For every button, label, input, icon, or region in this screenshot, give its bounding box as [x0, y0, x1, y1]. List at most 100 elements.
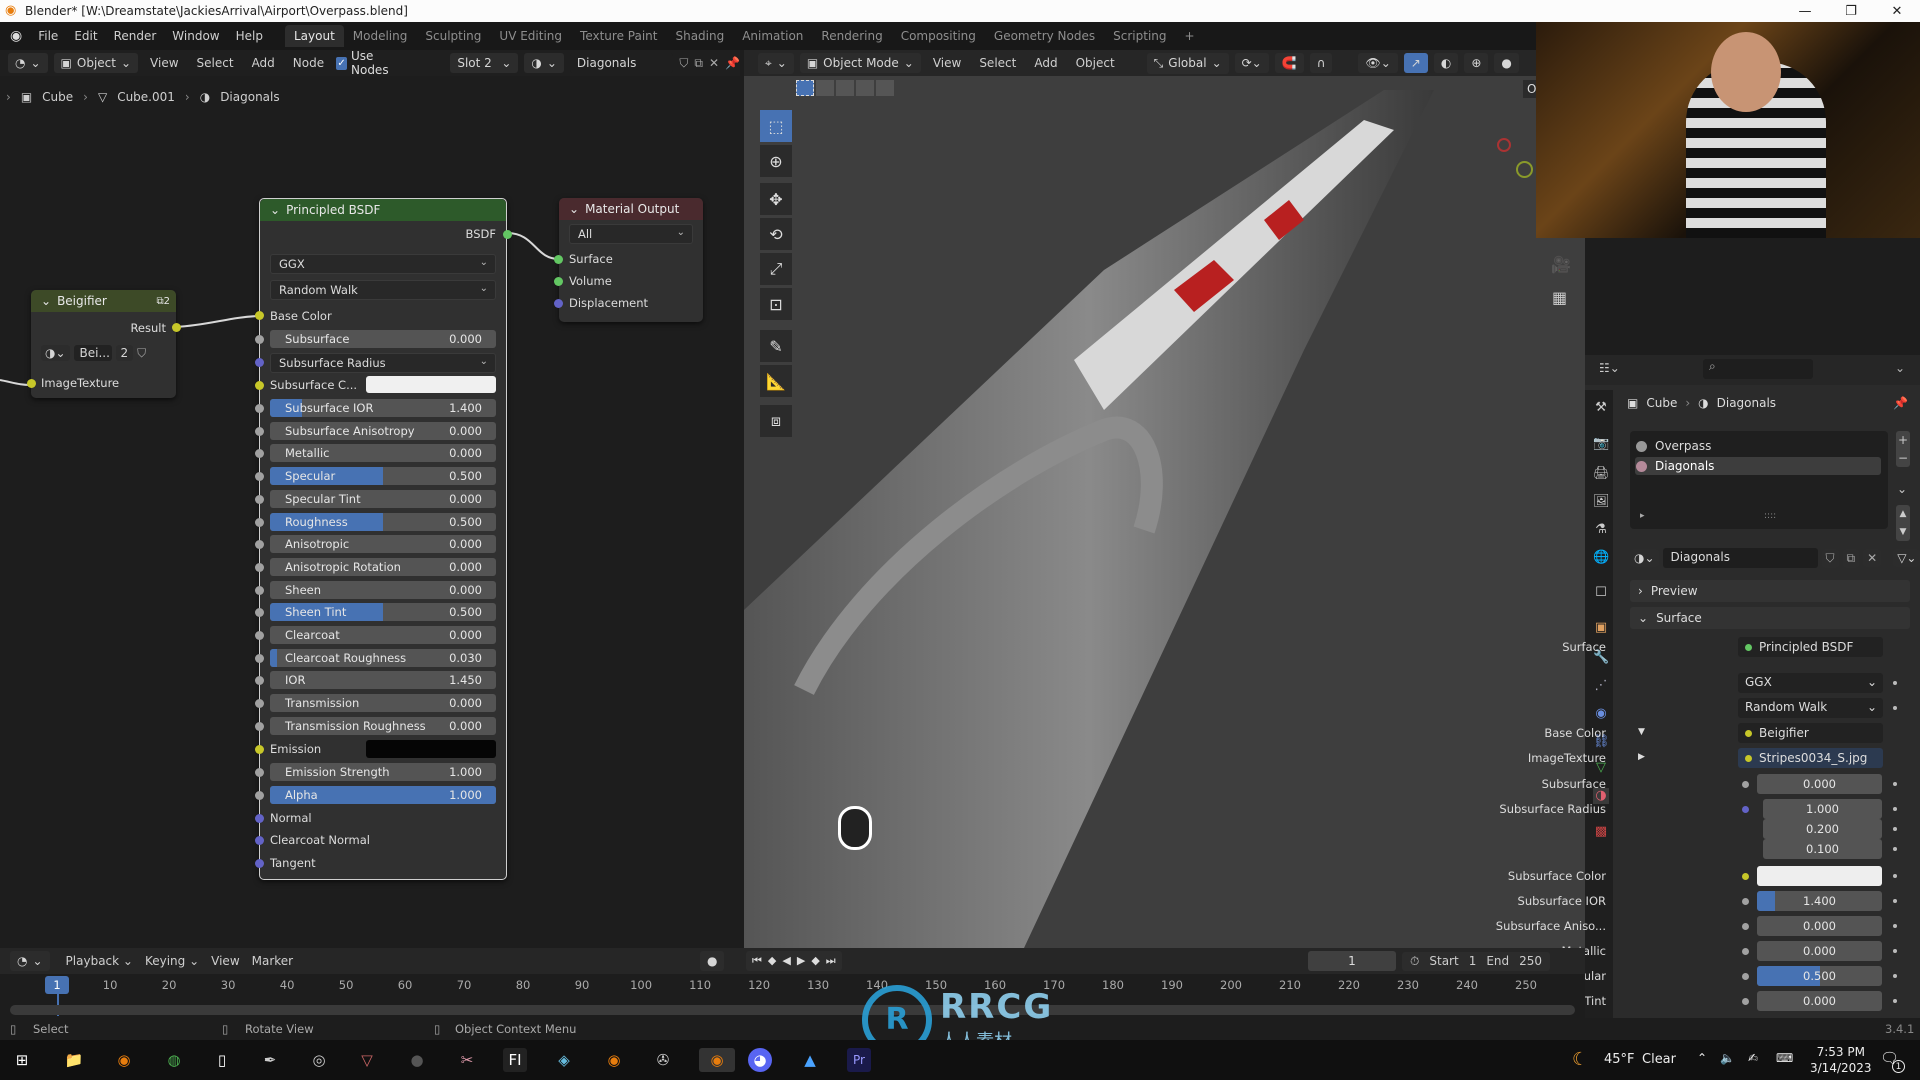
- distribution-dropdown[interactable]: GGX ⌄: [1738, 673, 1883, 693]
- slider-metallic[interactable]: Metallic 0.000: [270, 444, 496, 463]
- slider-specular[interactable]: Specular 0.500: [270, 467, 496, 486]
- menu-view[interactable]: View: [144, 56, 184, 70]
- view-layer-tab-icon[interactable]: 🖼: [1593, 494, 1610, 510]
- blender-menu-icon[interactable]: ◉: [0, 28, 30, 44]
- menu-add[interactable]: Add: [1028, 56, 1063, 70]
- gizmo-y-axis[interactable]: [1516, 161, 1533, 178]
- fake-user-shield-icon[interactable]: ⛉: [137, 346, 146, 361]
- vector-socket[interactable]: [255, 358, 264, 367]
- mode-dropdown[interactable]: ▣ Object Mode ⌄: [799, 53, 921, 73]
- beigifier-node-header[interactable]: ⌄ Beigifier ⧉2: [31, 290, 176, 312]
- keyframe-dot[interactable]: [1893, 999, 1897, 1003]
- annotate-tool[interactable]: ✎: [760, 330, 792, 362]
- float-socket[interactable]: [255, 494, 264, 504]
- property-field[interactable]: 1.400: [1757, 891, 1882, 911]
- vectary-icon[interactable]: ▽: [355, 1048, 379, 1072]
- float-socket[interactable]: [255, 472, 264, 482]
- scale-tool[interactable]: ⤢: [760, 253, 792, 285]
- collapse-chevron-icon[interactable]: ⌄: [270, 203, 280, 217]
- float-socket[interactable]: [255, 404, 264, 413]
- jump-end-icon[interactable]: ⏭: [826, 954, 836, 968]
- expand-triangle-down-icon[interactable]: ▼: [1638, 727, 1645, 737]
- select-invert-icon[interactable]: [856, 80, 874, 96]
- play-icon[interactable]: ▶: [797, 954, 805, 968]
- physics-tab-icon[interactable]: ◉: [1593, 706, 1609, 722]
- group-datablock[interactable]: ◑⌄ Bei... 2 ⛉: [41, 345, 146, 361]
- material-name-field[interactable]: Diagonals: [569, 53, 674, 73]
- davinci-resolve-icon[interactable]: ◈: [552, 1048, 576, 1072]
- tab-texture-paint[interactable]: Texture Paint: [571, 25, 666, 47]
- socket-dot-icon[interactable]: [1742, 781, 1749, 788]
- surface-shader-field[interactable]: Principled BSDF: [1738, 637, 1883, 657]
- pivot-dropdown[interactable]: ⟳⌄: [1234, 53, 1269, 73]
- keying-menu[interactable]: Keying ⌄: [139, 954, 205, 968]
- select-intersect-icon[interactable]: [876, 80, 894, 96]
- select-subtract-icon[interactable]: [836, 80, 854, 96]
- float-socket[interactable]: [255, 585, 264, 595]
- subsurface-method-dropdown[interactable]: Random Walk ⌄: [270, 280, 496, 300]
- slider-anisotropic-rotation[interactable]: Anisotropic Rotation 0.000: [270, 557, 496, 576]
- keyboard-icon[interactable]: ⌨: [1776, 1051, 1793, 1065]
- slot-specials-button[interactable]: ⌄: [1897, 482, 1907, 496]
- inkscape-icon[interactable]: ✒: [258, 1048, 282, 1072]
- orientation-dropdown[interactable]: ⤡ Global ⌄: [1146, 52, 1229, 74]
- menu-node[interactable]: Node: [287, 56, 330, 70]
- slider-clearcoat[interactable]: Clearcoat 0.000: [270, 626, 496, 644]
- duplicate-material-icon[interactable]: ⧉: [694, 56, 703, 71]
- slider-alpha[interactable]: Alpha 1.000: [270, 785, 496, 804]
- duplicate-material-icon[interactable]: ⧉: [1842, 548, 1860, 568]
- pin-icon[interactable]: 📌: [725, 56, 740, 70]
- float-socket[interactable]: [255, 790, 264, 800]
- float-socket[interactable]: [255, 721, 264, 731]
- keyframe-dot[interactable]: [1893, 974, 1897, 978]
- result-socket[interactable]: [172, 323, 181, 332]
- slider-specular-tint[interactable]: Specular Tint 0.000: [270, 489, 496, 508]
- file-explorer-icon[interactable]: 📁: [62, 1048, 86, 1072]
- slider-ior[interactable]: IOR 1.450: [270, 671, 496, 690]
- unlink-material-icon[interactable]: ✕: [709, 56, 719, 70]
- particles-tab-icon[interactable]: ⋰: [1593, 678, 1609, 694]
- pen-icon[interactable]: ✍: [1748, 1051, 1758, 1065]
- volume-icon[interactable]: 🔈: [1720, 1051, 1735, 1065]
- tab-compositing[interactable]: Compositing: [892, 25, 985, 47]
- playhead-frame[interactable]: 1: [45, 976, 69, 994]
- slider-subsurface-anisotropy[interactable]: Subsurface Anisotropy 0.000: [270, 421, 496, 440]
- start-frame-field[interactable]: 1: [1469, 954, 1477, 968]
- menu-render[interactable]: Render: [106, 29, 165, 43]
- use-nodes-toggle[interactable]: ✓ Use Nodes: [336, 49, 404, 77]
- windows-start-icon[interactable]: ⊞: [10, 1048, 34, 1072]
- property-field[interactable]: 1.000: [1763, 799, 1882, 819]
- stopwatch-icon[interactable]: ⏱: [1410, 954, 1419, 969]
- tab-sculpting[interactable]: Sculpting: [416, 25, 490, 47]
- blender-active-taskbar-icon[interactable]: ◉: [699, 1048, 735, 1072]
- keyframe-dot[interactable]: [1893, 827, 1897, 831]
- slider-subsurface-ior[interactable]: Subsurface IOR 1.400: [270, 399, 496, 417]
- menu-file[interactable]: File: [30, 29, 66, 43]
- menu-view[interactable]: View: [927, 56, 967, 70]
- scene-tab-icon[interactable]: ⚗: [1593, 522, 1609, 538]
- beigifier-node[interactable]: ⌄ Beigifier ⧉2 Result ◑⌄ Bei... 2 ⛉ Imag…: [27, 290, 181, 398]
- tab-animation[interactable]: Animation: [733, 25, 812, 47]
- film-reel-icon[interactable]: ✇: [651, 1048, 675, 1072]
- chrome-icon[interactable]: ◍: [162, 1048, 186, 1072]
- subsurface-color-swatch[interactable]: [1757, 866, 1882, 886]
- add-workspace-button[interactable]: +: [1176, 25, 1204, 47]
- tab-modeling[interactable]: Modeling: [344, 25, 417, 47]
- principled-bsdf-node[interactable]: ⌄ Principled BSDF BSDF GGX ⌄ Random Walk ⌄…: [255, 198, 512, 880]
- menu-window[interactable]: Window: [164, 29, 227, 43]
- unlink-material-icon[interactable]: ✕: [1863, 549, 1882, 567]
- float-socket[interactable]: [255, 676, 264, 686]
- premiere-pro-icon[interactable]: Pr: [847, 1048, 871, 1072]
- menu-edit[interactable]: Edit: [66, 29, 105, 43]
- socket-dot-icon[interactable]: [1742, 806, 1749, 813]
- discord-icon[interactable]: ◕: [748, 1048, 772, 1072]
- user-count[interactable]: 2: [115, 345, 134, 361]
- expand-triangle-right-icon[interactable]: ▶: [1638, 752, 1645, 762]
- tab-scripting[interactable]: Scripting: [1104, 25, 1175, 47]
- menu-select[interactable]: Select: [973, 56, 1022, 70]
- imagetexture-socket[interactable]: [27, 379, 36, 388]
- color-socket[interactable]: [255, 744, 264, 754]
- float-socket[interactable]: [255, 631, 264, 640]
- material-browse-button[interactable]: ◑⌄: [524, 53, 564, 73]
- editor-type-button[interactable]: ☷⌄: [1599, 361, 1620, 375]
